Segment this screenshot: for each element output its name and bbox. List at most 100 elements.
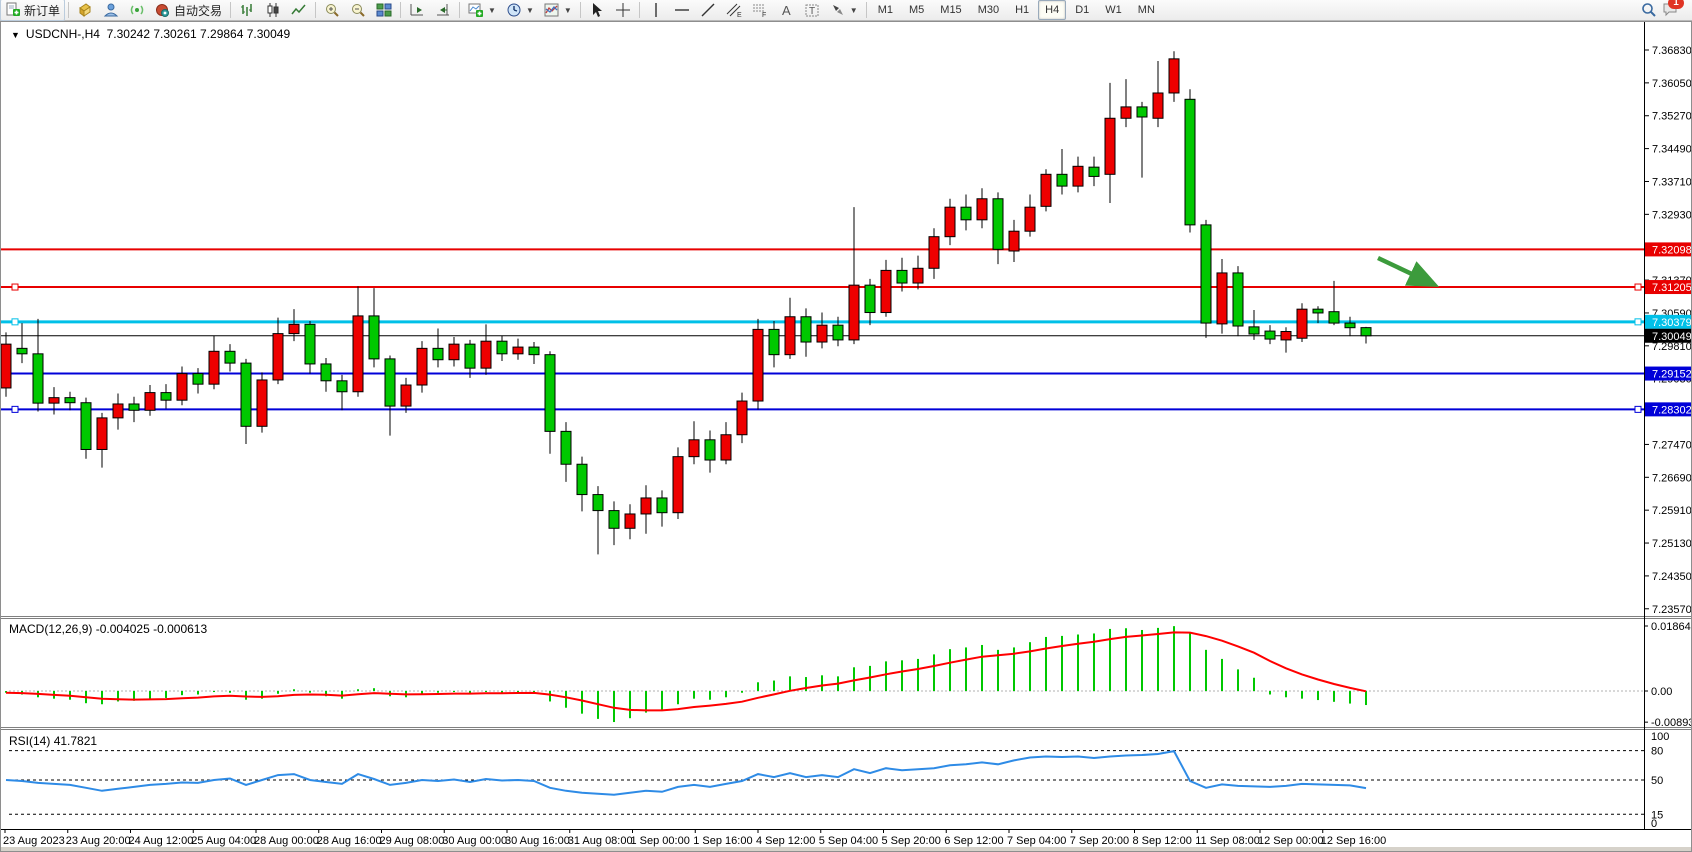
auto-scroll-button[interactable] <box>404 0 430 21</box>
timeframe-button-M5[interactable]: M5 <box>902 0 931 20</box>
indicators-button[interactable]: ▼ <box>539 0 577 21</box>
channel-icon: E <box>726 2 742 18</box>
separator <box>580 2 581 18</box>
crosshair-icon <box>615 2 631 18</box>
svg-text:28 Aug 00:00: 28 Aug 00:00 <box>254 835 319 847</box>
svg-text:1 Sep 00:00: 1 Sep 00:00 <box>631 835 690 847</box>
vertical-line-tool-button[interactable] <box>643 0 669 21</box>
svg-text:0.018641: 0.018641 <box>1651 621 1691 633</box>
separator <box>400 2 401 18</box>
svg-text:T: T <box>809 6 815 17</box>
svg-text:80: 80 <box>1651 746 1663 758</box>
timeframe-button-H4[interactable]: H4 <box>1038 0 1066 20</box>
search-button[interactable] <box>1636 0 1662 21</box>
trendline-tool-button[interactable] <box>695 0 721 21</box>
cursor-tool-button[interactable] <box>584 0 610 21</box>
chat-button[interactable]: 1 <box>1662 1 1678 20</box>
separator <box>639 2 640 18</box>
macd-indicator-label: MACD(12,26,9) -0.004025 -0.000613 <box>9 622 207 636</box>
svg-text:28 Aug 16:00: 28 Aug 16:00 <box>317 835 382 847</box>
community-button[interactable] <box>98 0 124 21</box>
svg-text:29 Aug 08:00: 29 Aug 08:00 <box>380 835 445 847</box>
svg-text:7.36050: 7.36050 <box>1652 78 1691 90</box>
svg-text:7.25130: 7.25130 <box>1652 538 1691 550</box>
text-tool-button[interactable]: A <box>773 0 799 21</box>
svg-text:0.00: 0.00 <box>1651 686 1672 698</box>
tile-windows-icon <box>376 2 392 18</box>
macd-values: -0.004025 -0.000613 <box>96 622 207 636</box>
candlestick-type-button[interactable] <box>260 0 286 21</box>
zoom-out-button[interactable] <box>345 0 371 21</box>
crosshair-tool-button[interactable] <box>610 0 636 21</box>
svg-text:7.30379: 7.30379 <box>1652 317 1691 329</box>
rsi-value: 41.7821 <box>54 734 97 748</box>
line-chart-type-button[interactable] <box>286 0 312 21</box>
market-button[interactable] <box>72 0 98 21</box>
new-chart-button[interactable]: ▼ <box>463 0 501 21</box>
svg-text:25 Aug 04:00: 25 Aug 04:00 <box>191 835 256 847</box>
svg-text:30 Aug 16:00: 30 Aug 16:00 <box>505 835 570 847</box>
new-order-button[interactable]: 新订单 <box>0 0 65 21</box>
auto-trading-label: 自动交易 <box>174 2 222 19</box>
symbol-ohlc-values: 7.30242 7.30261 7.29864 7.30049 <box>107 27 291 41</box>
svg-text:11 Sep 08:00: 11 Sep 08:00 <box>1195 835 1260 847</box>
candlestick-icon <box>265 2 281 18</box>
new-order-icon <box>5 2 21 18</box>
separator <box>68 2 69 18</box>
community-icon <box>103 2 119 18</box>
timeframe-button-D1[interactable]: D1 <box>1068 0 1096 20</box>
label-tool-button[interactable]: T <box>799 0 825 21</box>
chevron-down-icon: ▼ <box>850 6 858 15</box>
signals-icon <box>129 2 145 18</box>
svg-text:7.29152: 7.29152 <box>1652 369 1691 381</box>
arrows-tool-button[interactable]: ▼ <box>825 0 863 21</box>
rsi-indicator-label: RSI(14) 41.7821 <box>9 734 97 748</box>
channel-tool-button[interactable]: E <box>721 0 747 21</box>
text-icon: A <box>778 2 794 18</box>
svg-text:8 Sep 12:00: 8 Sep 12:00 <box>1133 835 1192 847</box>
svg-text:31 Aug 08:00: 31 Aug 08:00 <box>568 835 633 847</box>
main-toolbar: 新订单 自动交易 ▼ ▼ ▼ E F A T ▼ M1M5M15M30H1H4D… <box>0 0 1692 21</box>
svg-text:F: F <box>762 12 766 18</box>
tile-windows-button[interactable] <box>371 0 397 21</box>
svg-text:24 Aug 12:00: 24 Aug 12:00 <box>129 835 194 847</box>
zoom-in-button[interactable] <box>319 0 345 21</box>
separator <box>866 2 867 18</box>
svg-text:7.24350: 7.24350 <box>1652 571 1691 583</box>
expand-triangle-icon[interactable]: ▼ <box>11 30 20 40</box>
svg-text:A: A <box>782 3 791 18</box>
chevron-down-icon: ▼ <box>488 6 496 15</box>
svg-text:12 Sep 16:00: 12 Sep 16:00 <box>1321 835 1386 847</box>
auto-trading-button[interactable]: 自动交易 <box>150 0 227 21</box>
svg-text:7.25910: 7.25910 <box>1652 505 1691 517</box>
svg-text:23 Aug 2023: 23 Aug 2023 <box>3 835 65 847</box>
horizontal-line-tool-button[interactable] <box>669 0 695 21</box>
chevron-down-icon: ▼ <box>564 6 572 15</box>
timeframe-button-H1[interactable]: H1 <box>1008 0 1036 20</box>
timeframe-button-M15[interactable]: M15 <box>933 0 968 20</box>
signals-button[interactable] <box>124 0 150 21</box>
timeframe-button-M1[interactable]: M1 <box>871 0 900 20</box>
svg-text:12 Sep 00:00: 12 Sep 00:00 <box>1258 835 1323 847</box>
timeframe-button-M30[interactable]: M30 <box>971 0 1006 20</box>
svg-text:7.30049: 7.30049 <box>1652 331 1691 343</box>
label-icon: T <box>804 2 820 18</box>
separator <box>315 2 316 18</box>
svg-text:7 Sep 04:00: 7 Sep 04:00 <box>1007 835 1066 847</box>
bar-chart-icon <box>239 2 255 18</box>
auto-trading-icon <box>155 2 171 18</box>
zoom-in-icon <box>324 2 340 18</box>
svg-text:7.32098: 7.32098 <box>1652 244 1691 256</box>
symbol-name: USDCNH-,H4 <box>26 27 100 41</box>
timeframe-button-W1[interactable]: W1 <box>1098 0 1129 20</box>
periods-button[interactable]: ▼ <box>501 0 539 21</box>
svg-text:15: 15 <box>1651 809 1663 821</box>
bar-chart-type-button[interactable] <box>234 0 260 21</box>
chart-canvas[interactable]: 7.368307.360507.352707.344907.337107.329… <box>1 22 1691 851</box>
macd-name: MACD(12,26,9) <box>9 622 92 636</box>
fibonacci-tool-button[interactable]: F <box>747 0 773 21</box>
svg-text:7.28302: 7.28302 <box>1652 404 1691 416</box>
timeframe-button-MN[interactable]: MN <box>1131 0 1162 20</box>
separator <box>459 2 460 18</box>
chart-shift-button[interactable] <box>430 0 456 21</box>
